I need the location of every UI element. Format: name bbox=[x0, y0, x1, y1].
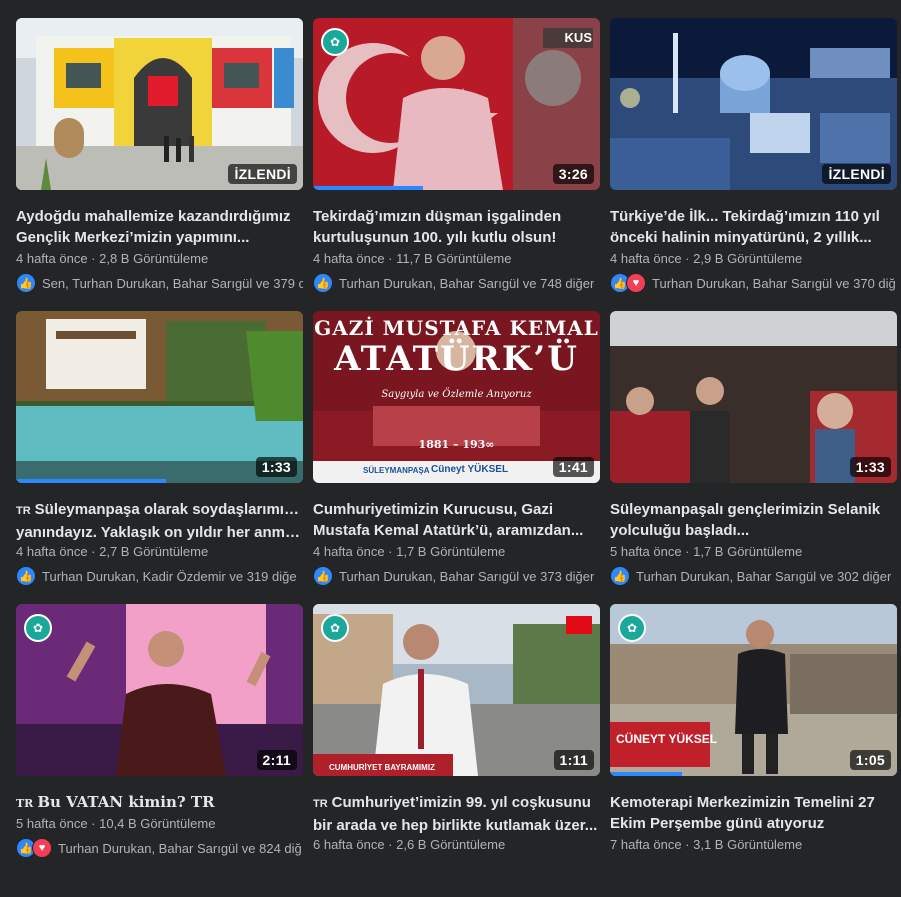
video-card[interactable]: ✿ KUS 3:26 Tekirdağ’ımızın düşman işgali… bbox=[313, 18, 600, 311]
flag-label: TR bbox=[313, 798, 328, 810]
reactions-row[interactable]: 👍 Turhan Durukan, Bahar Sarıgül ve 748 d… bbox=[313, 273, 600, 293]
video-meta: 4 hafta önce · 1,7 B Görüntüleme bbox=[313, 544, 506, 559]
reactions-text: Sen, Turhan Durukan, Bahar Sarıgül ve 37… bbox=[42, 275, 303, 291]
video-title[interactable]: Cumhuriyetimizin Kurucusu, Gazi Mustafa … bbox=[313, 499, 600, 541]
thumbnail-years: 1881 – 193∞ bbox=[418, 438, 495, 451]
banner-name: CÜNEYT YÜKSEL bbox=[616, 732, 718, 746]
love-icon: ♥ bbox=[32, 838, 52, 858]
thumbnail-subtitle: Saygıyla ve Özlemle Anıyoruz bbox=[381, 389, 532, 400]
video-grid: İZLENDİ Aydoğdu mahallemize kazandırdığı… bbox=[16, 18, 897, 897]
reactions-row[interactable]: 👍 Turhan Durukan, Bahar Sarıgül ve 373 d… bbox=[313, 566, 600, 586]
video-title[interactable]: Türkiye’de İlk... Tekirdağ’ımızın 110 yı… bbox=[610, 206, 897, 248]
video-title[interactable]: TR Cumhuriyet’imizin 99. yıl coşkusunu bi… bbox=[313, 792, 600, 834]
video-meta: 5 hafta önce · 1,7 B Görüntüleme bbox=[610, 544, 803, 559]
video-thumbnail[interactable]: ✿ KUS 3:26 bbox=[313, 18, 600, 190]
watched-badge: İZLENDİ bbox=[228, 164, 297, 184]
flag-label: TR bbox=[16, 797, 34, 810]
video-card[interactable]: İZLENDİ Aydoğdu mahallemize kazandırdığı… bbox=[16, 18, 303, 311]
municipality-logo-icon: ✿ bbox=[618, 614, 646, 642]
reactions-text: Turhan Durukan, Bahar Sarıgül ve 370 diğ bbox=[652, 275, 896, 291]
video-thumbnail[interactable]: ✿ CÜNEYT YÜKSEL 1:05 bbox=[610, 604, 897, 776]
video-thumbnail[interactable]: İZLENDİ bbox=[16, 18, 303, 190]
duration-badge: 3:26 bbox=[552, 164, 594, 184]
duration-badge: 1:33 bbox=[255, 457, 297, 477]
duration-badge: 2:11 bbox=[256, 750, 297, 770]
video-thumbnail[interactable]: ✿ 2:11 bbox=[16, 604, 303, 776]
watch-progress-bar bbox=[313, 186, 423, 190]
video-thumbnail[interactable]: GAZİ MUSTAFA KEMAL ATATÜRK’Ü Saygıyla ve… bbox=[313, 311, 600, 483]
video-card[interactable]: GAZİ MUSTAFA KEMAL ATATÜRK’Ü Saygıyla ve… bbox=[313, 311, 600, 604]
brand-label: SÜLEYMANPAŞA bbox=[363, 466, 430, 475]
video-card[interactable]: ✿ 2:11 TR Bu VATAN kimin? TR 5 hafta önce… bbox=[16, 604, 303, 897]
channel-logo: KUS bbox=[564, 30, 592, 45]
video-thumbnail[interactable]: ✿ CUMHURİYET BAYRAMIMIZ 1:11 bbox=[313, 604, 600, 776]
duration-badge: 1:05 bbox=[849, 750, 891, 770]
video-title[interactable]: Tekirdağ’ımızın düşman işgalinden kurtul… bbox=[313, 206, 600, 248]
video-card[interactable]: ✿ CÜNEYT YÜKSEL 1:05 Kemoterapi Merkezim… bbox=[610, 604, 897, 897]
thumbnail-heading: GAZİ MUSTAFA KEMAL bbox=[314, 316, 599, 340]
reactions-text: Turhan Durukan, Kadir Özdemir ve 319 diğ… bbox=[42, 568, 297, 584]
like-icon: 👍 bbox=[313, 566, 333, 586]
like-icon: 👍 bbox=[313, 273, 333, 293]
video-title[interactable]: Süleymanpaşalı gençlerimizin Selanik yol… bbox=[610, 499, 897, 541]
video-thumbnail[interactable]: İZLENDİ bbox=[610, 18, 897, 190]
video-title[interactable]: Kemoterapi Merkezimizin Temelini 27 Ekim… bbox=[610, 792, 897, 834]
municipality-logo-icon: ✿ bbox=[24, 614, 52, 642]
watch-progress-bar bbox=[16, 479, 166, 483]
video-card[interactable]: ✿ CUMHURİYET BAYRAMIMIZ 1:11 TR Cumhuriye… bbox=[313, 604, 600, 897]
video-meta: 4 hafta önce · 2,8 B Görüntüleme bbox=[16, 251, 209, 266]
brand-name: Cüneyt YÜKSEL bbox=[431, 464, 509, 475]
municipality-logo-icon: ✿ bbox=[321, 28, 349, 56]
video-meta: 6 hafta önce · 2,6 B Görüntüleme bbox=[313, 837, 506, 852]
reactions-row[interactable]: 👍 ♥ Turhan Durukan, Bahar Sarıgül ve 370… bbox=[610, 273, 897, 293]
video-meta: 5 hafta önce · 10,4 B Görüntüleme bbox=[16, 816, 216, 831]
video-thumbnail[interactable]: 1:33 bbox=[16, 311, 303, 483]
duration-badge: 1:41 bbox=[552, 457, 594, 477]
reactions-text: Turhan Durukan, Bahar Sarıgül ve 302 diğ… bbox=[636, 568, 892, 584]
video-card[interactable]: 1:33 Süleymanpaşalı gençlerimizin Selani… bbox=[610, 311, 897, 604]
thumbnail-heading-large: ATATÜRK’Ü bbox=[334, 339, 579, 379]
municipality-logo-icon: ✿ bbox=[321, 614, 349, 642]
video-meta: 4 hafta önce · 2,7 B Görüntüleme bbox=[16, 544, 209, 559]
duration-badge: 1:11 bbox=[553, 750, 594, 770]
video-card[interactable]: İZLENDİ Türkiye’de İlk... Tekirdağ’ımızı… bbox=[610, 18, 897, 311]
watch-progress-bar bbox=[610, 772, 682, 776]
reactions-row[interactable]: 👍 Sen, Turhan Durukan, Bahar Sarıgül ve … bbox=[16, 273, 303, 293]
watched-badge: İZLENDİ bbox=[822, 164, 891, 184]
video-meta: 4 hafta önce · 2,9 B Görüntüleme bbox=[610, 251, 803, 266]
video-title[interactable]: TR Süleymanpaşa olarak soydaşlarımızın ya… bbox=[16, 499, 303, 541]
video-card[interactable]: 1:33 TR Süleymanpaşa olarak soydaşlarımız… bbox=[16, 311, 303, 604]
like-icon: 👍 bbox=[610, 566, 630, 586]
duration-badge: 1:33 bbox=[849, 457, 891, 477]
caption-label: CUMHURİYET BAYRAMIMIZ bbox=[329, 763, 435, 772]
video-meta: 4 hafta önce · 11,7 B Görüntüleme bbox=[313, 251, 512, 266]
video-meta: 7 hafta önce · 3,1 B Görüntüleme bbox=[610, 837, 803, 852]
like-icon: 👍 bbox=[16, 566, 36, 586]
like-icon: 👍 bbox=[16, 273, 36, 293]
video-title[interactable]: Aydoğdu mahallemize kazandırdığımız Genç… bbox=[16, 206, 303, 248]
reactions-row[interactable]: 👍 ♥ Turhan Durukan, Bahar Sarıgül ve 824… bbox=[16, 838, 303, 858]
reactions-text: Turhan Durukan, Bahar Sarıgül ve 373 diğ… bbox=[339, 568, 595, 584]
flag-label: TR bbox=[16, 505, 31, 517]
video-thumbnail[interactable]: 1:33 bbox=[610, 311, 897, 483]
reactions-row[interactable]: 👍 Turhan Durukan, Bahar Sarıgül ve 302 d… bbox=[610, 566, 897, 586]
love-icon: ♥ bbox=[626, 273, 646, 293]
reactions-text: Turhan Durukan, Bahar Sarıgül ve 824 diğ bbox=[58, 840, 302, 856]
reactions-row[interactable]: 👍 Turhan Durukan, Kadir Özdemir ve 319 d… bbox=[16, 566, 303, 586]
reactions-text: Turhan Durukan, Bahar Sarıgül ve 748 diğ… bbox=[339, 275, 595, 291]
